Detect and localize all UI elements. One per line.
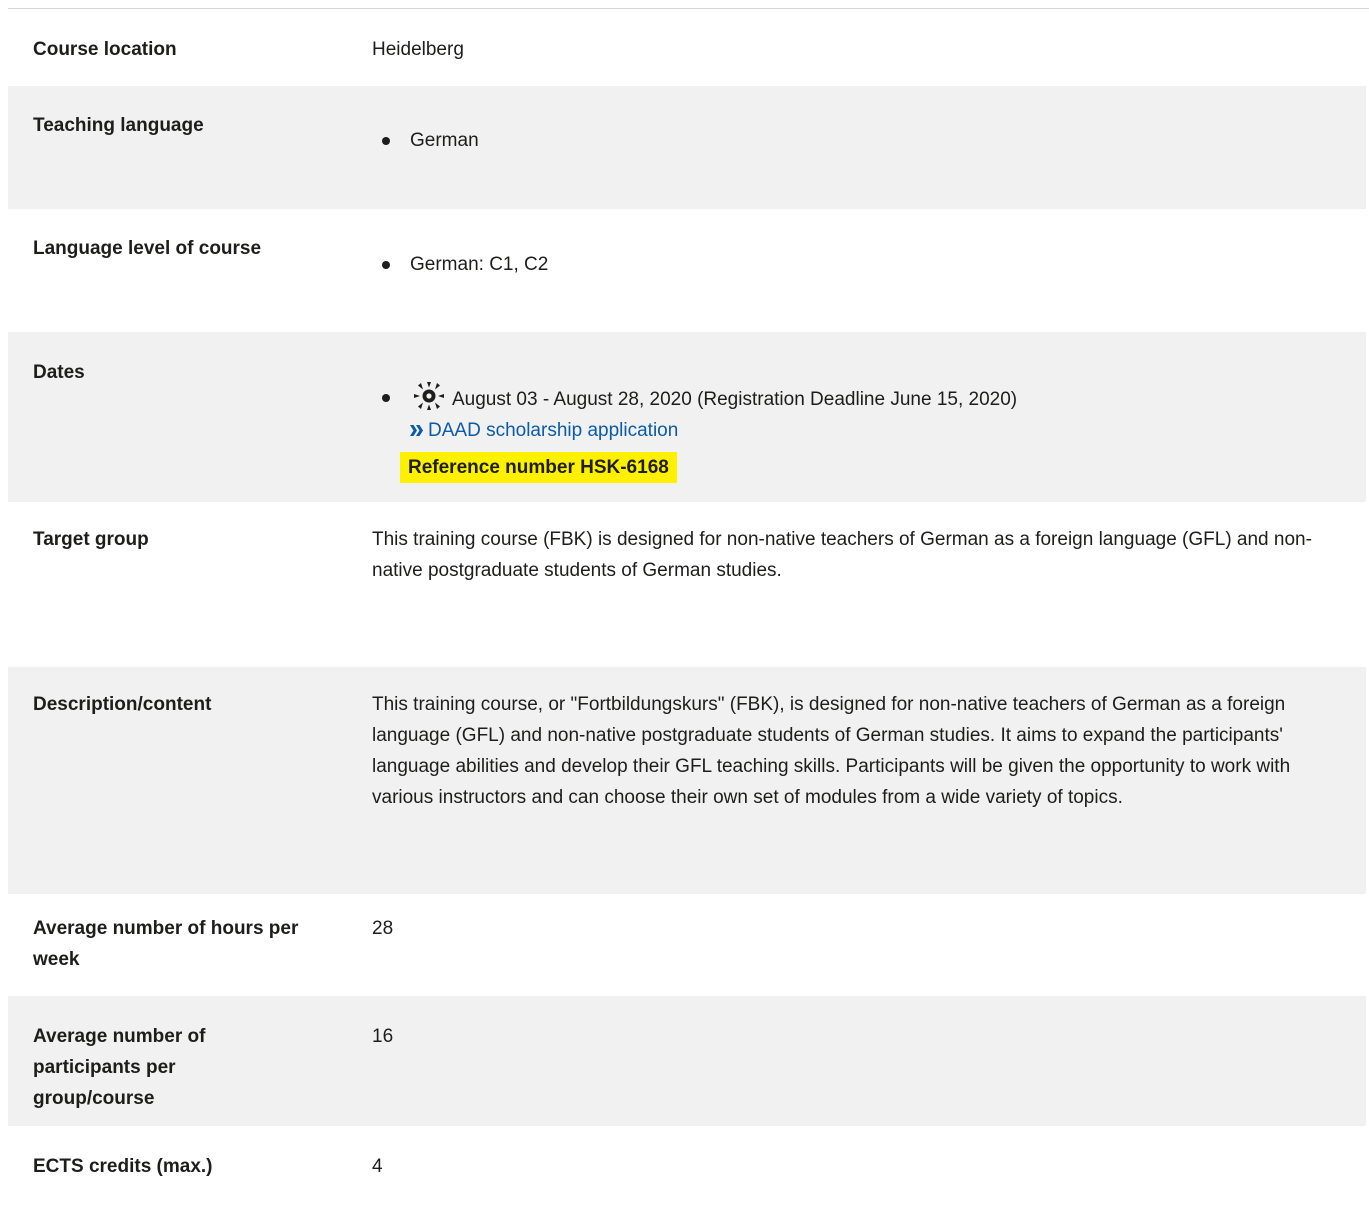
row-label: Language level of course bbox=[33, 238, 262, 259]
date-item: August 03 - August 28, 2020 (Registratio… bbox=[372, 382, 1338, 483]
sun-icon bbox=[412, 382, 446, 410]
row-label: Course location bbox=[33, 39, 177, 60]
row-participants: Average number of participants per group… bbox=[8, 996, 1366, 1126]
list-item: German: C1, C2 bbox=[372, 249, 1338, 280]
list-item: German bbox=[372, 125, 1338, 156]
row-value: German bbox=[372, 125, 1338, 156]
date-text: August 03 - August 28, 2020 (Registratio… bbox=[452, 389, 1018, 410]
row-language-level: Language level of course German: C1, C2 bbox=[8, 209, 1366, 332]
row-label: Average number of participants per group… bbox=[33, 1026, 206, 1109]
level-list: German: C1, C2 bbox=[372, 249, 1338, 280]
double-chevron-right-icon bbox=[410, 416, 423, 436]
row-label: Teaching language bbox=[33, 115, 204, 136]
row-value: This training course (FBK) is designed f… bbox=[372, 529, 1312, 581]
row-teaching-language: Teaching language German bbox=[8, 86, 1366, 209]
row-label: Description/content bbox=[33, 694, 212, 715]
row-target-group: Target group This training course (FBK) … bbox=[8, 502, 1366, 667]
language-list: German bbox=[372, 125, 1338, 156]
row-value: 28 bbox=[372, 918, 394, 939]
row-value: This training course, or "Fortbildungsku… bbox=[372, 694, 1291, 808]
row-label: ECTS credits (max.) bbox=[33, 1156, 213, 1177]
row-hours-per-week: Average number of hours per week 28 bbox=[8, 894, 1366, 996]
row-label: Target group bbox=[33, 529, 149, 550]
details-table: Course location Heidelberg Teaching lang… bbox=[8, 9, 1366, 1206]
row-ects-credits: ECTS credits (max.) 4 bbox=[8, 1126, 1366, 1206]
bullet-icon bbox=[382, 261, 390, 269]
reference-number-badge: Reference number HSK-6168 bbox=[400, 452, 677, 483]
row-course-location: Course location Heidelberg bbox=[8, 9, 1366, 86]
row-value: August 03 - August 28, 2020 (Registratio… bbox=[372, 382, 1338, 483]
row-value: 4 bbox=[372, 1156, 383, 1177]
row-description: Description/content This training course… bbox=[8, 667, 1366, 894]
bullet-icon bbox=[382, 137, 390, 145]
row-label: Dates bbox=[33, 362, 85, 383]
row-label: Average number of hours per week bbox=[33, 918, 299, 970]
row-dates: Dates August 03 - August 28, 2020 (Regis… bbox=[8, 332, 1366, 502]
dates-list: August 03 - August 28, 2020 (Registratio… bbox=[372, 382, 1338, 483]
row-value: 16 bbox=[372, 1026, 394, 1047]
row-value: German: C1, C2 bbox=[372, 249, 1338, 280]
course-details: Course location Heidelberg Teaching lang… bbox=[0, 0, 1369, 1204]
daad-scholarship-link[interactable]: DAAD scholarship application bbox=[410, 420, 678, 441]
row-value: Heidelberg bbox=[372, 39, 464, 60]
bullet-icon bbox=[382, 394, 390, 402]
